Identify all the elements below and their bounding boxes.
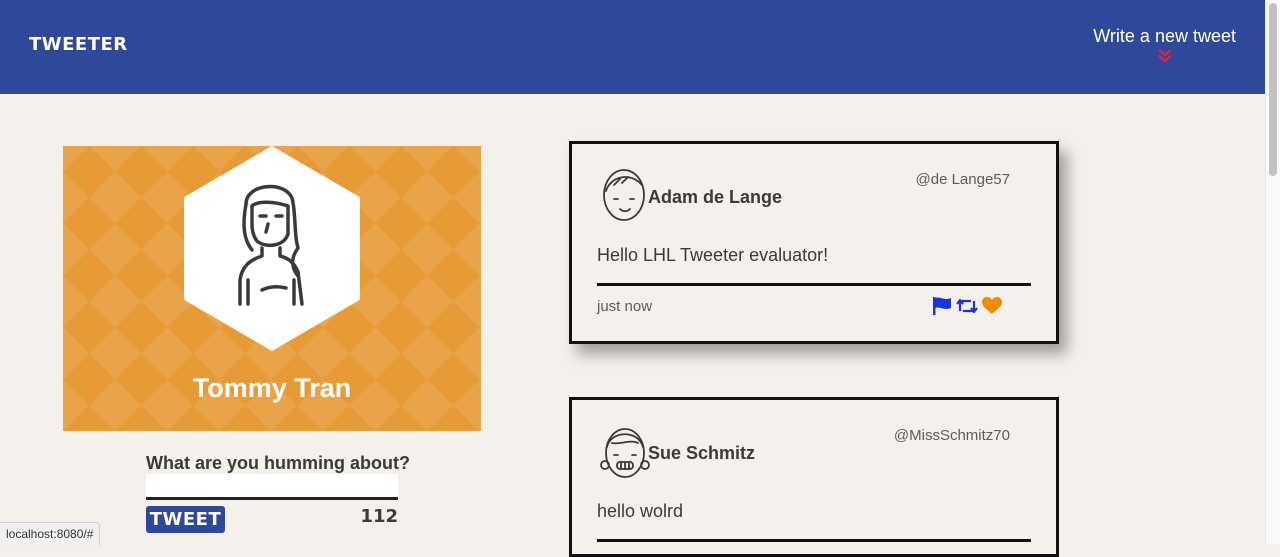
tweet-card: Adam de Lange @de Lange57 Hello LHL Twee…	[569, 141, 1059, 344]
double-chevron-down-icon[interactable]	[1093, 49, 1236, 63]
profile-header: Tommy Tran	[63, 146, 481, 431]
brand-logo[interactable]: TWEETER	[29, 34, 128, 55]
heart-icon[interactable]	[982, 297, 1002, 315]
character-counter: 112	[360, 506, 398, 527]
user-avatar-icon	[238, 184, 304, 306]
retweet-icon[interactable]	[956, 298, 978, 314]
profile-avatar-hexagon	[184, 146, 360, 351]
user-avatar-icon	[603, 169, 645, 221]
profile-name: Tommy Tran	[192, 373, 352, 403]
user-avatar-icon	[600, 428, 650, 478]
tweet-divider	[597, 539, 1031, 542]
scrollbar-thumb[interactable]	[1269, 3, 1277, 176]
tweet-author-name: Adam de Lange	[648, 187, 783, 207]
top-nav: TWEETER Write a new tweet	[0, 0, 1266, 94]
tweet-card: Sue Schmitz @MissSchmitz70 hello wolrd	[569, 397, 1059, 557]
vertical-scrollbar[interactable]	[1265, 0, 1280, 544]
tweet-text-input[interactable]	[146, 474, 398, 500]
tweet-divider	[597, 283, 1031, 286]
tweet-text: hello wolrd	[597, 501, 684, 521]
tweet-author-name: Sue Schmitz	[648, 443, 756, 463]
tweet-author-handle: @MissSchmitz70	[893, 427, 1010, 444]
write-new-tweet-toggle[interactable]: Write a new tweet	[1093, 26, 1236, 63]
browser-status-url: localhost:8080/#	[0, 522, 101, 545]
tweet-actions	[932, 297, 1002, 315]
tweet-timestamp: just now	[597, 298, 653, 315]
tweet-text: Hello LHL Tweeter evaluator!	[597, 245, 829, 265]
tweet-author-handle: @de Lange57	[915, 171, 1010, 188]
tweet-submit-button[interactable]: TWEET	[146, 506, 225, 533]
compose-label[interactable]: Write a new tweet	[1093, 26, 1236, 46]
compose-prompt-label: What are you humming about?	[146, 453, 410, 473]
flag-icon[interactable]	[932, 297, 952, 315]
